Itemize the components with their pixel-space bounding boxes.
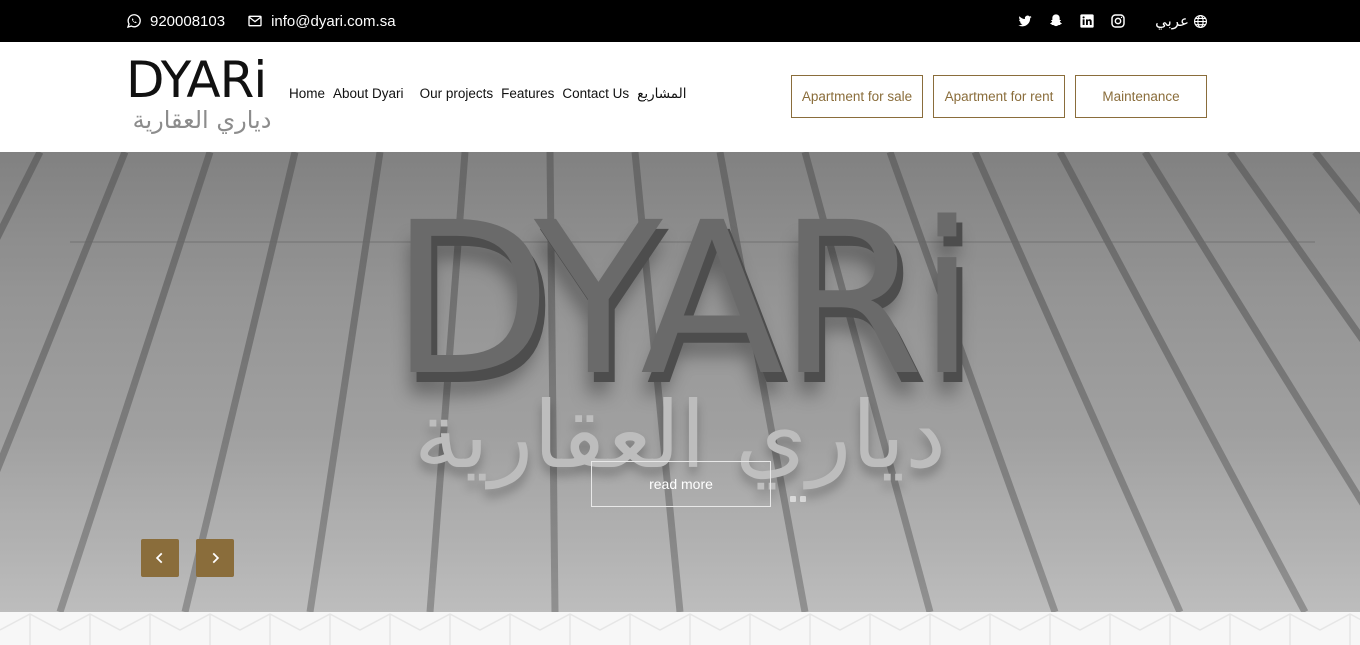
top-bar: 920008103 info@dyari.com.sa عربي — [0, 0, 1360, 42]
phone-number: 920008103 — [150, 12, 226, 30]
hero-brand-latin: DYARi — [389, 177, 976, 422]
linkedin-icon — [1080, 14, 1094, 28]
logo-latin-text: DYARi — [126, 51, 267, 109]
site-logo[interactable]: DYARi دياري العقارية — [126, 54, 278, 136]
snapchat-icon — [1050, 14, 1063, 27]
phone-link[interactable]: 920008103 — [126, 13, 225, 30]
linkedin-link[interactable] — [1079, 13, 1095, 29]
envelope-icon — [248, 15, 262, 27]
hero-brand-sign: DYARi دياري العقارية — [270, 177, 1090, 486]
email-link[interactable]: info@dyari.com.sa — [247, 12, 396, 30]
social-links: عربي — [1017, 0, 1208, 42]
logo-arabic-text: دياري العقارية — [132, 106, 272, 134]
hexagon-pattern-graphic — [0, 613, 1360, 645]
globe-icon — [1194, 14, 1207, 28]
twitter-link[interactable] — [1017, 13, 1033, 29]
instagram-icon — [1111, 14, 1125, 28]
apartment-for-rent-button[interactable]: Apartment for rent — [933, 75, 1065, 118]
language-switcher[interactable]: عربي — [1155, 12, 1208, 30]
read-more-button[interactable]: read more — [591, 461, 771, 507]
contact-info: 920008103 info@dyari.com.sa — [126, 0, 396, 42]
chevron-right-icon — [212, 552, 220, 564]
nav-home[interactable]: Home — [289, 86, 325, 102]
main-nav: Home About Dyari Our projects Features C… — [289, 86, 686, 102]
nav-contact[interactable]: Contact Us — [562, 86, 629, 102]
nav-projects-arabic[interactable]: المشاريع — [637, 86, 686, 102]
slider-prev-button[interactable] — [141, 539, 179, 577]
nav-about[interactable]: About Dyari — [333, 86, 404, 102]
nav-features[interactable]: Features — [501, 86, 554, 102]
chevron-left-icon — [155, 552, 163, 564]
language-label: عربي — [1155, 13, 1189, 30]
decorative-pattern — [0, 612, 1360, 645]
instagram-link[interactable] — [1110, 13, 1126, 29]
twitter-icon — [1018, 15, 1032, 27]
nav-projects[interactable]: Our projects — [420, 86, 494, 102]
whatsapp-icon — [126, 14, 141, 28]
slider-next-button[interactable] — [196, 539, 234, 577]
slider-dot[interactable] — [800, 496, 806, 502]
snapchat-link[interactable] — [1048, 13, 1064, 29]
maintenance-button[interactable]: Maintenance — [1075, 75, 1207, 118]
slider-dots — [790, 496, 806, 502]
apartment-for-sale-button[interactable]: Apartment for sale — [791, 75, 923, 118]
hero-slider: DYARi دياري العقارية read more — [0, 152, 1360, 612]
email-address: info@dyari.com.sa — [271, 12, 396, 30]
slider-dot[interactable] — [790, 496, 796, 502]
site-header: DYARi دياري العقارية Home About Dyari Ou… — [0, 42, 1360, 152]
